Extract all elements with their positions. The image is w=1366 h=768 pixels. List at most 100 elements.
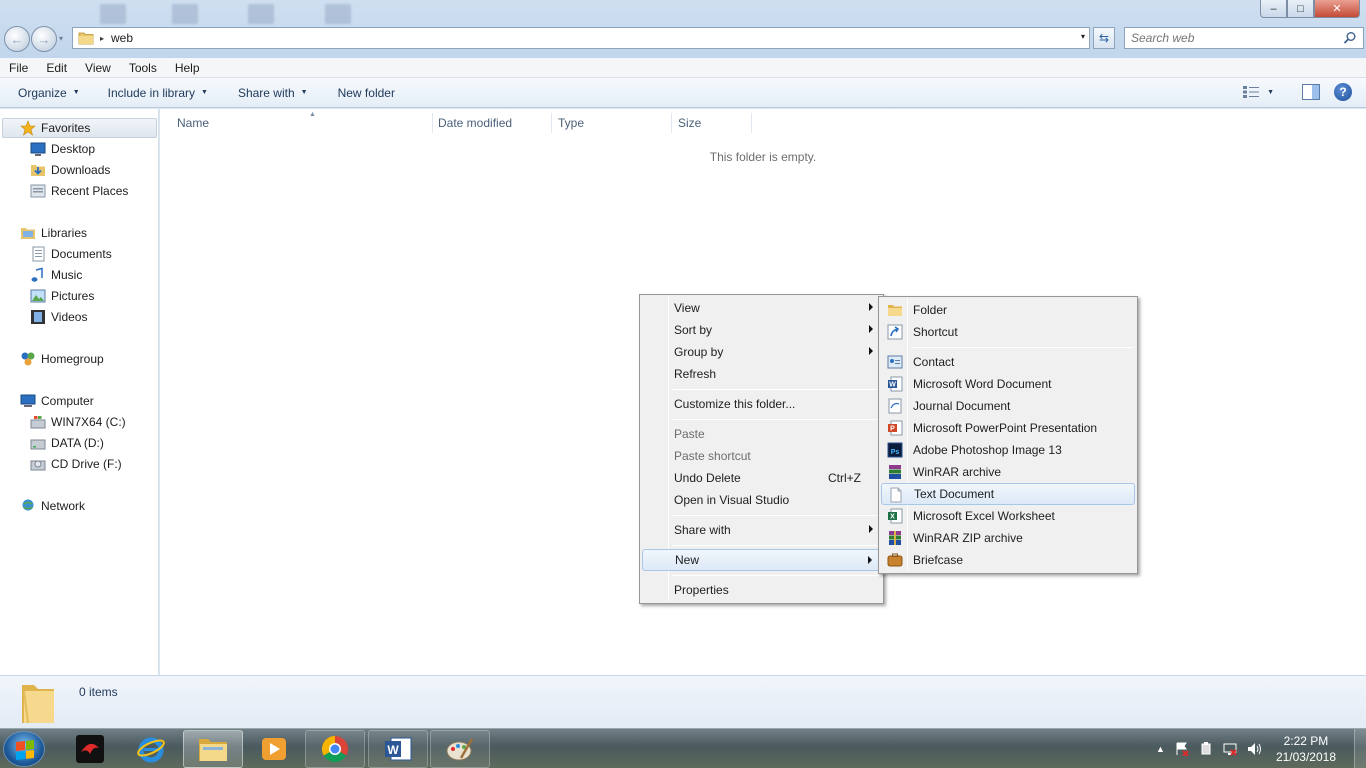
close-button[interactable]: ✕ [1314, 0, 1360, 18]
menu-item-paste[interactable]: Paste [642, 423, 881, 445]
show-hidden-icons[interactable]: ▲ [1156, 744, 1165, 754]
minimize-button[interactable]: – [1260, 0, 1287, 18]
nav-desktop[interactable]: Desktop [30, 139, 95, 159]
nav-homegroup[interactable]: Homegroup [20, 349, 104, 369]
menu-item-view-label: View [674, 301, 700, 315]
column-name[interactable]: Name ▲ [171, 111, 433, 133]
nav-drive-c[interactable]: WIN7X64 (C:) [30, 412, 126, 432]
back-button[interactable]: ← [4, 26, 30, 52]
submenu-arrow-icon [869, 525, 873, 533]
menu-item-view[interactable]: View [642, 297, 881, 319]
network-status-icon[interactable] [1223, 742, 1237, 756]
taskbar-game-app[interactable] [60, 730, 120, 768]
nav-recent-places[interactable]: Recent Places [30, 181, 128, 201]
nav-videos[interactable]: Videos [30, 307, 87, 327]
new-photoshop-item[interactable]: Ps Adobe Photoshop Image 13 [881, 439, 1135, 461]
menu-edit[interactable]: Edit [37, 61, 76, 75]
new-excel-worksheet-item[interactable]: X Microsoft Excel Worksheet [881, 505, 1135, 527]
maximize-button[interactable]: □ [1287, 0, 1314, 18]
menu-item-new[interactable]: New [642, 549, 881, 571]
refresh-button[interactable]: ⇆ [1093, 27, 1115, 49]
nav-downloads[interactable]: Downloads [30, 160, 110, 180]
new-contact-item[interactable]: Contact [881, 351, 1135, 373]
folder-large-icon [22, 685, 54, 724]
menu-item-paste-label: Paste [674, 427, 705, 441]
menu-item-refresh[interactable]: Refresh [642, 363, 881, 385]
forward-button[interactable]: → [31, 26, 57, 52]
menu-item-group-by-label: Group by [674, 345, 724, 359]
search-icon[interactable] [1343, 31, 1357, 45]
menu-tools[interactable]: Tools [120, 61, 166, 75]
winrar-zip-icon [889, 531, 901, 545]
column-date-modified[interactable]: Date modified [432, 113, 552, 133]
menu-item-properties[interactable]: Properties [642, 579, 881, 601]
taskbar-media-player[interactable] [244, 730, 304, 768]
menu-help[interactable]: Help [166, 61, 209, 75]
taskbar-windows-explorer[interactable] [183, 730, 243, 768]
word-icon: W [385, 737, 412, 761]
menu-view[interactable]: View [76, 61, 120, 75]
nav-computer[interactable]: Computer [20, 391, 94, 411]
search-input[interactable] [1131, 31, 1331, 45]
new-briefcase-item[interactable]: Briefcase [881, 549, 1135, 571]
address-dropdown[interactable]: ▾ [1081, 32, 1085, 41]
action-center-icon[interactable] [1175, 742, 1189, 756]
start-button[interactable] [3, 731, 45, 767]
search-box[interactable] [1124, 27, 1364, 49]
address-bar[interactable]: ▸ web ▾ [72, 27, 1090, 49]
breadcrumb-separator[interactable]: ▸ [100, 34, 104, 43]
organize-button[interactable]: Organize ▼ [0, 86, 89, 100]
nav-drive-f[interactable]: CD Drive (F:) [30, 454, 122, 474]
taskbar-chrome[interactable] [305, 730, 365, 768]
menu-item-refresh-label: Refresh [674, 367, 717, 381]
volume-icon[interactable] [1247, 742, 1263, 756]
menu-item-open-visual-studio[interactable]: Open in Visual Studio [642, 489, 881, 511]
change-view-button[interactable]: ▼ [1243, 86, 1274, 98]
share-with-button[interactable]: Share with ▼ [229, 86, 317, 100]
libraries-icon [21, 228, 35, 239]
menu-item-group-by[interactable]: Group by [642, 341, 881, 363]
nav-network[interactable]: Network [20, 496, 85, 516]
menu-item-share-with[interactable]: Share with [642, 519, 881, 541]
menu-file[interactable]: File [0, 61, 37, 75]
help-icon[interactable]: ? [1334, 83, 1352, 101]
nav-music[interactable]: Music [30, 265, 82, 285]
nav-pictures[interactable]: Pictures [30, 286, 94, 306]
column-size[interactable]: Size [672, 113, 752, 133]
new-shortcut-item[interactable]: Shortcut [881, 321, 1135, 343]
new-word-document-item[interactable]: W Microsoft Word Document [881, 373, 1135, 395]
nav-documents[interactable]: Documents [30, 244, 112, 264]
new-powerpoint-item[interactable]: P Microsoft PowerPoint Presentation [881, 417, 1135, 439]
show-desktop-button[interactable] [1354, 729, 1366, 768]
menu-item-undo-delete[interactable]: Undo Delete Ctrl+Z [642, 467, 881, 489]
taskbar-word[interactable]: W [368, 730, 428, 768]
include-in-library-button[interactable]: Include in library ▼ [99, 86, 217, 100]
taskbar-internet-explorer[interactable] [121, 730, 181, 768]
taskbar-paint[interactable] [430, 730, 490, 768]
nav-recent-places-label: Recent Places [51, 184, 129, 198]
menu-item-paste-shortcut[interactable]: Paste shortcut [642, 445, 881, 467]
submenu-arrow-icon [869, 347, 873, 355]
new-winrar-archive-item[interactable]: WinRAR archive [881, 461, 1135, 483]
nav-libraries[interactable]: Libraries [20, 223, 87, 243]
new-folder-item[interactable]: Folder [881, 299, 1135, 321]
new-text-document-item[interactable]: Text Document [881, 483, 1135, 505]
usb-device-icon[interactable] [1199, 742, 1213, 756]
new-winrar-zip-item[interactable]: WinRAR ZIP archive [881, 527, 1135, 549]
recent-pages-dropdown[interactable]: ▾ [59, 34, 63, 43]
menu-item-customize[interactable]: Customize this folder... [642, 393, 881, 415]
new-folder-button[interactable]: New folder [329, 86, 404, 100]
nav-favorites[interactable]: Favorites [20, 118, 90, 138]
breadcrumb-web[interactable]: web [111, 31, 133, 45]
new-winrar-zip-label: WinRAR ZIP archive [913, 531, 1023, 545]
new-journal-document-item[interactable]: Journal Document [881, 395, 1135, 417]
menu-item-properties-label: Properties [674, 583, 729, 597]
nav-drive-d[interactable]: DATA (D:) [30, 433, 104, 453]
system-clock[interactable]: 2:22 PM 21/03/2018 [1276, 733, 1336, 765]
menu-separator [911, 347, 1133, 348]
clock-time: 2:22 PM [1283, 734, 1329, 748]
preview-pane-icon[interactable] [1302, 84, 1320, 100]
menu-item-sort-by[interactable]: Sort by [642, 319, 881, 341]
powerpoint-icon-letter: P [890, 426, 895, 433]
column-type[interactable]: Type [552, 113, 672, 133]
